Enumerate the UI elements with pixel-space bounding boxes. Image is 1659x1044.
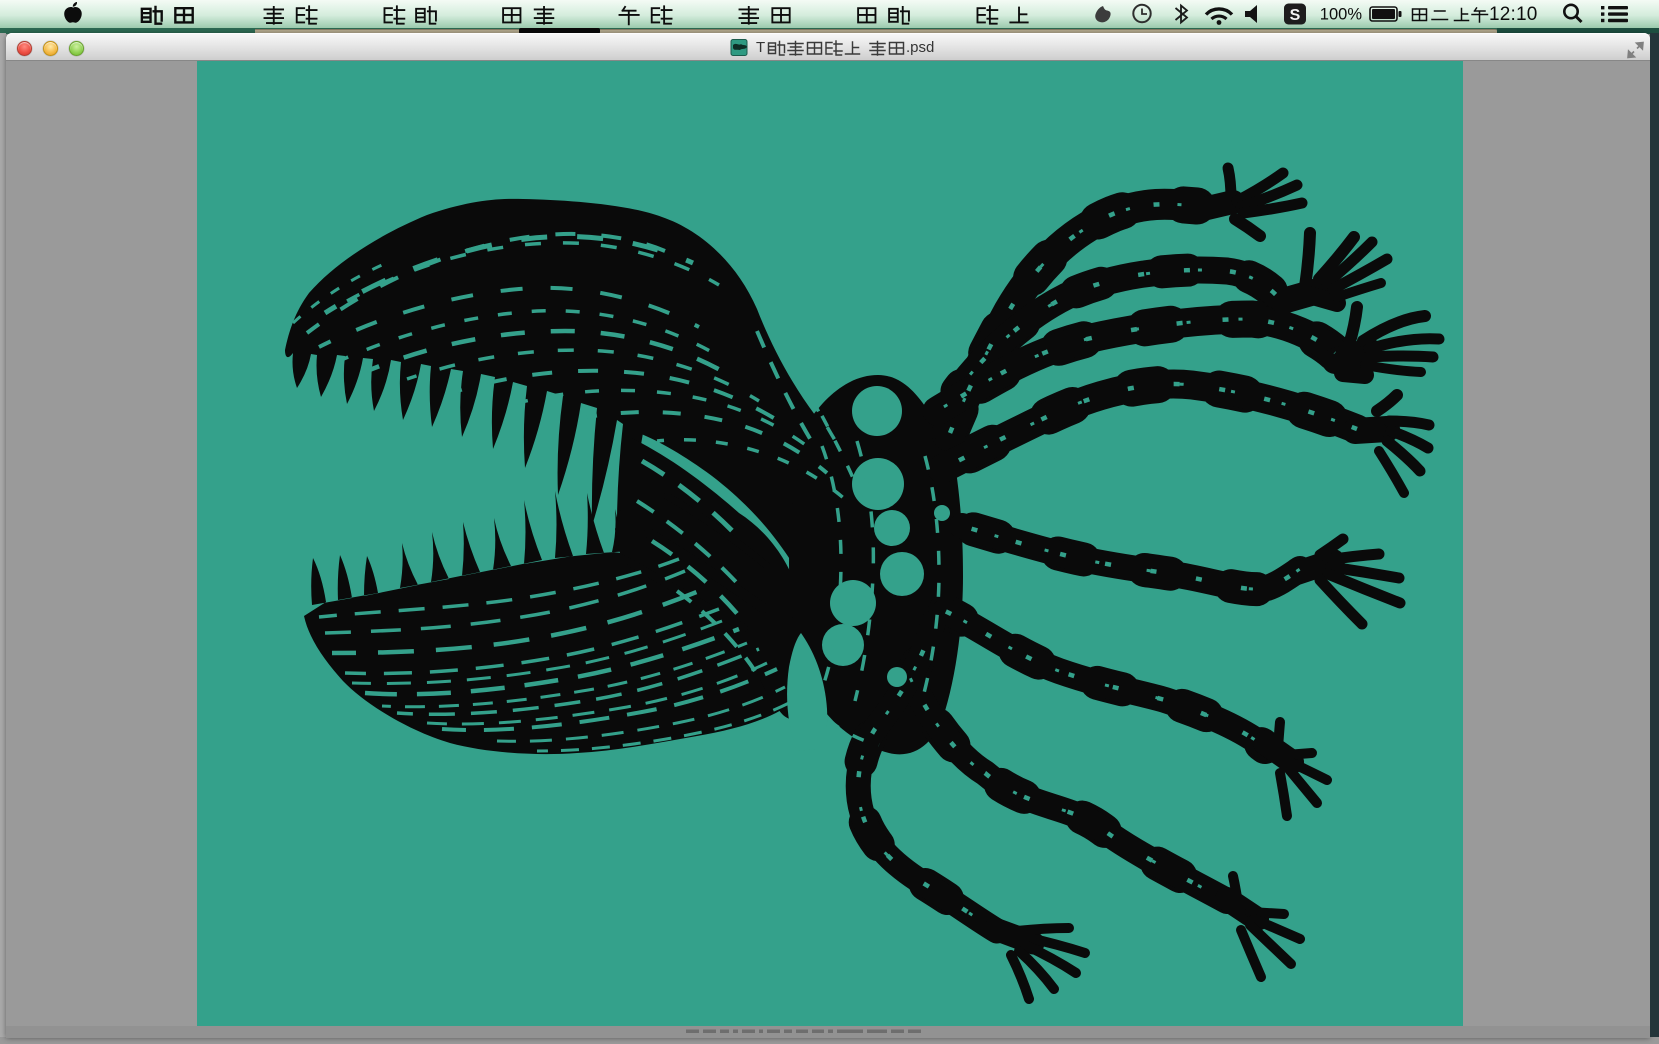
svg-text:S: S (1290, 7, 1301, 24)
svg-text:.psd: .psd (906, 39, 934, 56)
svg-text:100%: 100% (1320, 6, 1363, 24)
svg-text:T: T (756, 39, 765, 56)
svg-text:12:10: 12:10 (1489, 4, 1538, 25)
